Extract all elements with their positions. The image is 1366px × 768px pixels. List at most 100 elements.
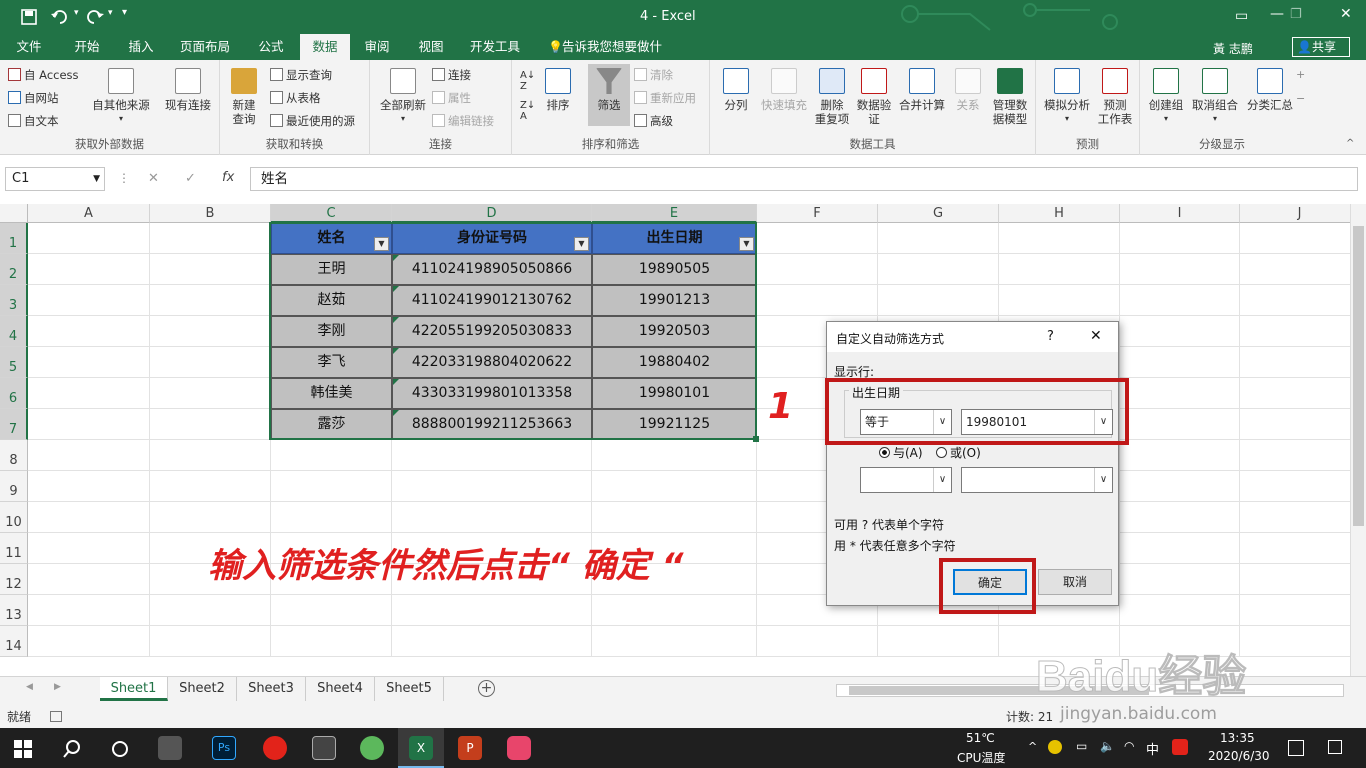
filter-dropdown-icon[interactable]: ▼ [574,237,589,251]
cell[interactable] [757,285,878,316]
row-header-1[interactable]: 1 [0,223,28,254]
show-queries-button[interactable]: 显示查询 [270,68,332,82]
show-detail-icon[interactable]: + [1296,68,1305,81]
table-cell[interactable]: 赵茹 [271,285,392,316]
cell[interactable] [1120,223,1240,254]
column-header-c[interactable]: C [271,204,392,223]
cell[interactable] [878,254,999,285]
cell[interactable] [28,223,150,254]
cell[interactable] [592,626,757,657]
user-name[interactable]: 黃 志鹏 [1213,40,1253,57]
netease-music-icon[interactable] [263,736,287,760]
cell[interactable] [271,471,392,502]
cell[interactable] [271,626,392,657]
reapply-button[interactable]: 重新应用 [634,91,696,105]
share-button[interactable]: 👤共享 [1292,37,1350,57]
cell[interactable] [150,378,271,409]
row-header-8[interactable]: 8 [0,440,28,471]
worksheet-grid[interactable]: ABCDEFGHIJ 1 2 3 4 5 6 7 8 9 10 11 12 13 14 姓名 ▼ 身份证号码 ▼… [0,204,1350,676]
table-header[interactable]: 出生日期 ▼ [592,223,757,254]
cell[interactable] [999,285,1120,316]
tab-developer[interactable]: 开发工具 [462,34,528,60]
table-cell[interactable]: 王明 [271,254,392,285]
cell[interactable] [1240,316,1350,347]
cell[interactable] [28,409,150,440]
recent-sources-button[interactable]: 最近使用的源 [270,114,355,128]
advanced-filter-button[interactable]: 高级 [634,114,673,128]
select-all-corner[interactable] [0,204,28,223]
cell[interactable] [28,471,150,502]
task-view-icon[interactable] [110,739,130,759]
cell[interactable] [1120,316,1240,347]
cell[interactable] [592,502,757,533]
relationships-button[interactable]: 关系 [950,68,986,112]
table-cell[interactable]: 422055199205030833 [392,316,592,347]
cell[interactable] [392,626,592,657]
tray-app-icon[interactable] [1048,740,1062,754]
cancel-button[interactable]: 取消 [1038,569,1112,595]
photoshop-icon[interactable]: Ps [212,736,236,760]
cell[interactable] [28,378,150,409]
table-cell[interactable]: 422033198804020622 [392,347,592,378]
table-cell[interactable]: 19890505 [592,254,757,285]
table-header[interactable]: 身份证号码 ▼ [392,223,592,254]
table-cell[interactable]: 433033199801013358 [392,378,592,409]
scroll-left-icon[interactable]: ◀ [26,682,33,692]
cell[interactable] [1120,409,1240,440]
excel-taskbar-button[interactable]: X [398,728,444,768]
from-web-button[interactable]: 自网站 [8,91,59,105]
undo-dropdown-icon[interactable]: ▾ [74,8,79,18]
cell[interactable] [592,440,757,471]
table-cell[interactable]: 19880402 [592,347,757,378]
from-text-button[interactable]: 自文本 [8,114,59,128]
sheet-tab-1[interactable]: Sheet1 [100,677,168,701]
dialog-close-button[interactable]: ✕ [1090,328,1102,344]
undo-icon[interactable] [50,8,72,26]
and-radio[interactable]: 与(A) [879,444,923,461]
tab-insert[interactable]: 插入 [118,34,164,60]
cell[interactable] [150,316,271,347]
refresh-all-button[interactable]: 全部刷新 ▾ [374,68,432,126]
cell[interactable] [878,223,999,254]
cell[interactable] [28,316,150,347]
sort-za-button[interactable]: Z↓ A [520,100,535,122]
table-cell[interactable]: 19921125 [592,409,757,440]
column-header-i[interactable]: I [1120,204,1240,223]
from-table-button[interactable]: 从表格 [270,91,321,105]
restore-button[interactable]: ❐ [1290,7,1302,22]
data-validation-button[interactable]: 数据验 证 [854,68,894,126]
network-icon[interactable]: ▭ [1076,739,1087,753]
tell-me-search[interactable]: 告诉我您想要做什么... [562,34,686,80]
cell[interactable] [1240,564,1350,595]
minimize-button[interactable]: — [1270,6,1284,22]
cell[interactable] [150,223,271,254]
column-header-j[interactable]: J [1240,204,1350,223]
edit-links-button[interactable]: 编辑链接 [432,114,494,128]
connections-button[interactable]: 连接 [432,68,471,82]
macro-record-icon[interactable] [50,711,62,722]
namebox-dropdown-icon[interactable]: ▼ [93,168,100,190]
clock-time[interactable]: 13:35 [1220,731,1255,745]
collapse-ribbon-icon[interactable]: ^ [1346,138,1354,149]
table-cell[interactable]: 李飞 [271,347,392,378]
cell[interactable] [1240,254,1350,285]
cell[interactable] [28,564,150,595]
cell[interactable] [757,223,878,254]
cell[interactable] [150,409,271,440]
table-cell[interactable]: 19920503 [592,316,757,347]
column-header-b[interactable]: B [150,204,271,223]
table-cell[interactable]: 19901213 [592,285,757,316]
tab-review[interactable]: 审阅 [354,34,400,60]
sheet-tab-5[interactable]: Sheet5 [375,677,444,701]
cell[interactable] [1120,347,1240,378]
group-rows-button[interactable]: 创建组 ▾ [1144,68,1188,126]
cell[interactable] [392,502,592,533]
text-to-columns-button[interactable]: 分列 [716,68,756,112]
cell[interactable] [592,471,757,502]
cell[interactable] [28,440,150,471]
cell[interactable] [1240,626,1350,657]
from-other-sources-button[interactable]: 自其他来源 ▾ [88,68,154,126]
show-desktop-icon[interactable] [1328,740,1342,754]
notification-icon[interactable] [1288,740,1304,756]
cell[interactable] [150,471,271,502]
